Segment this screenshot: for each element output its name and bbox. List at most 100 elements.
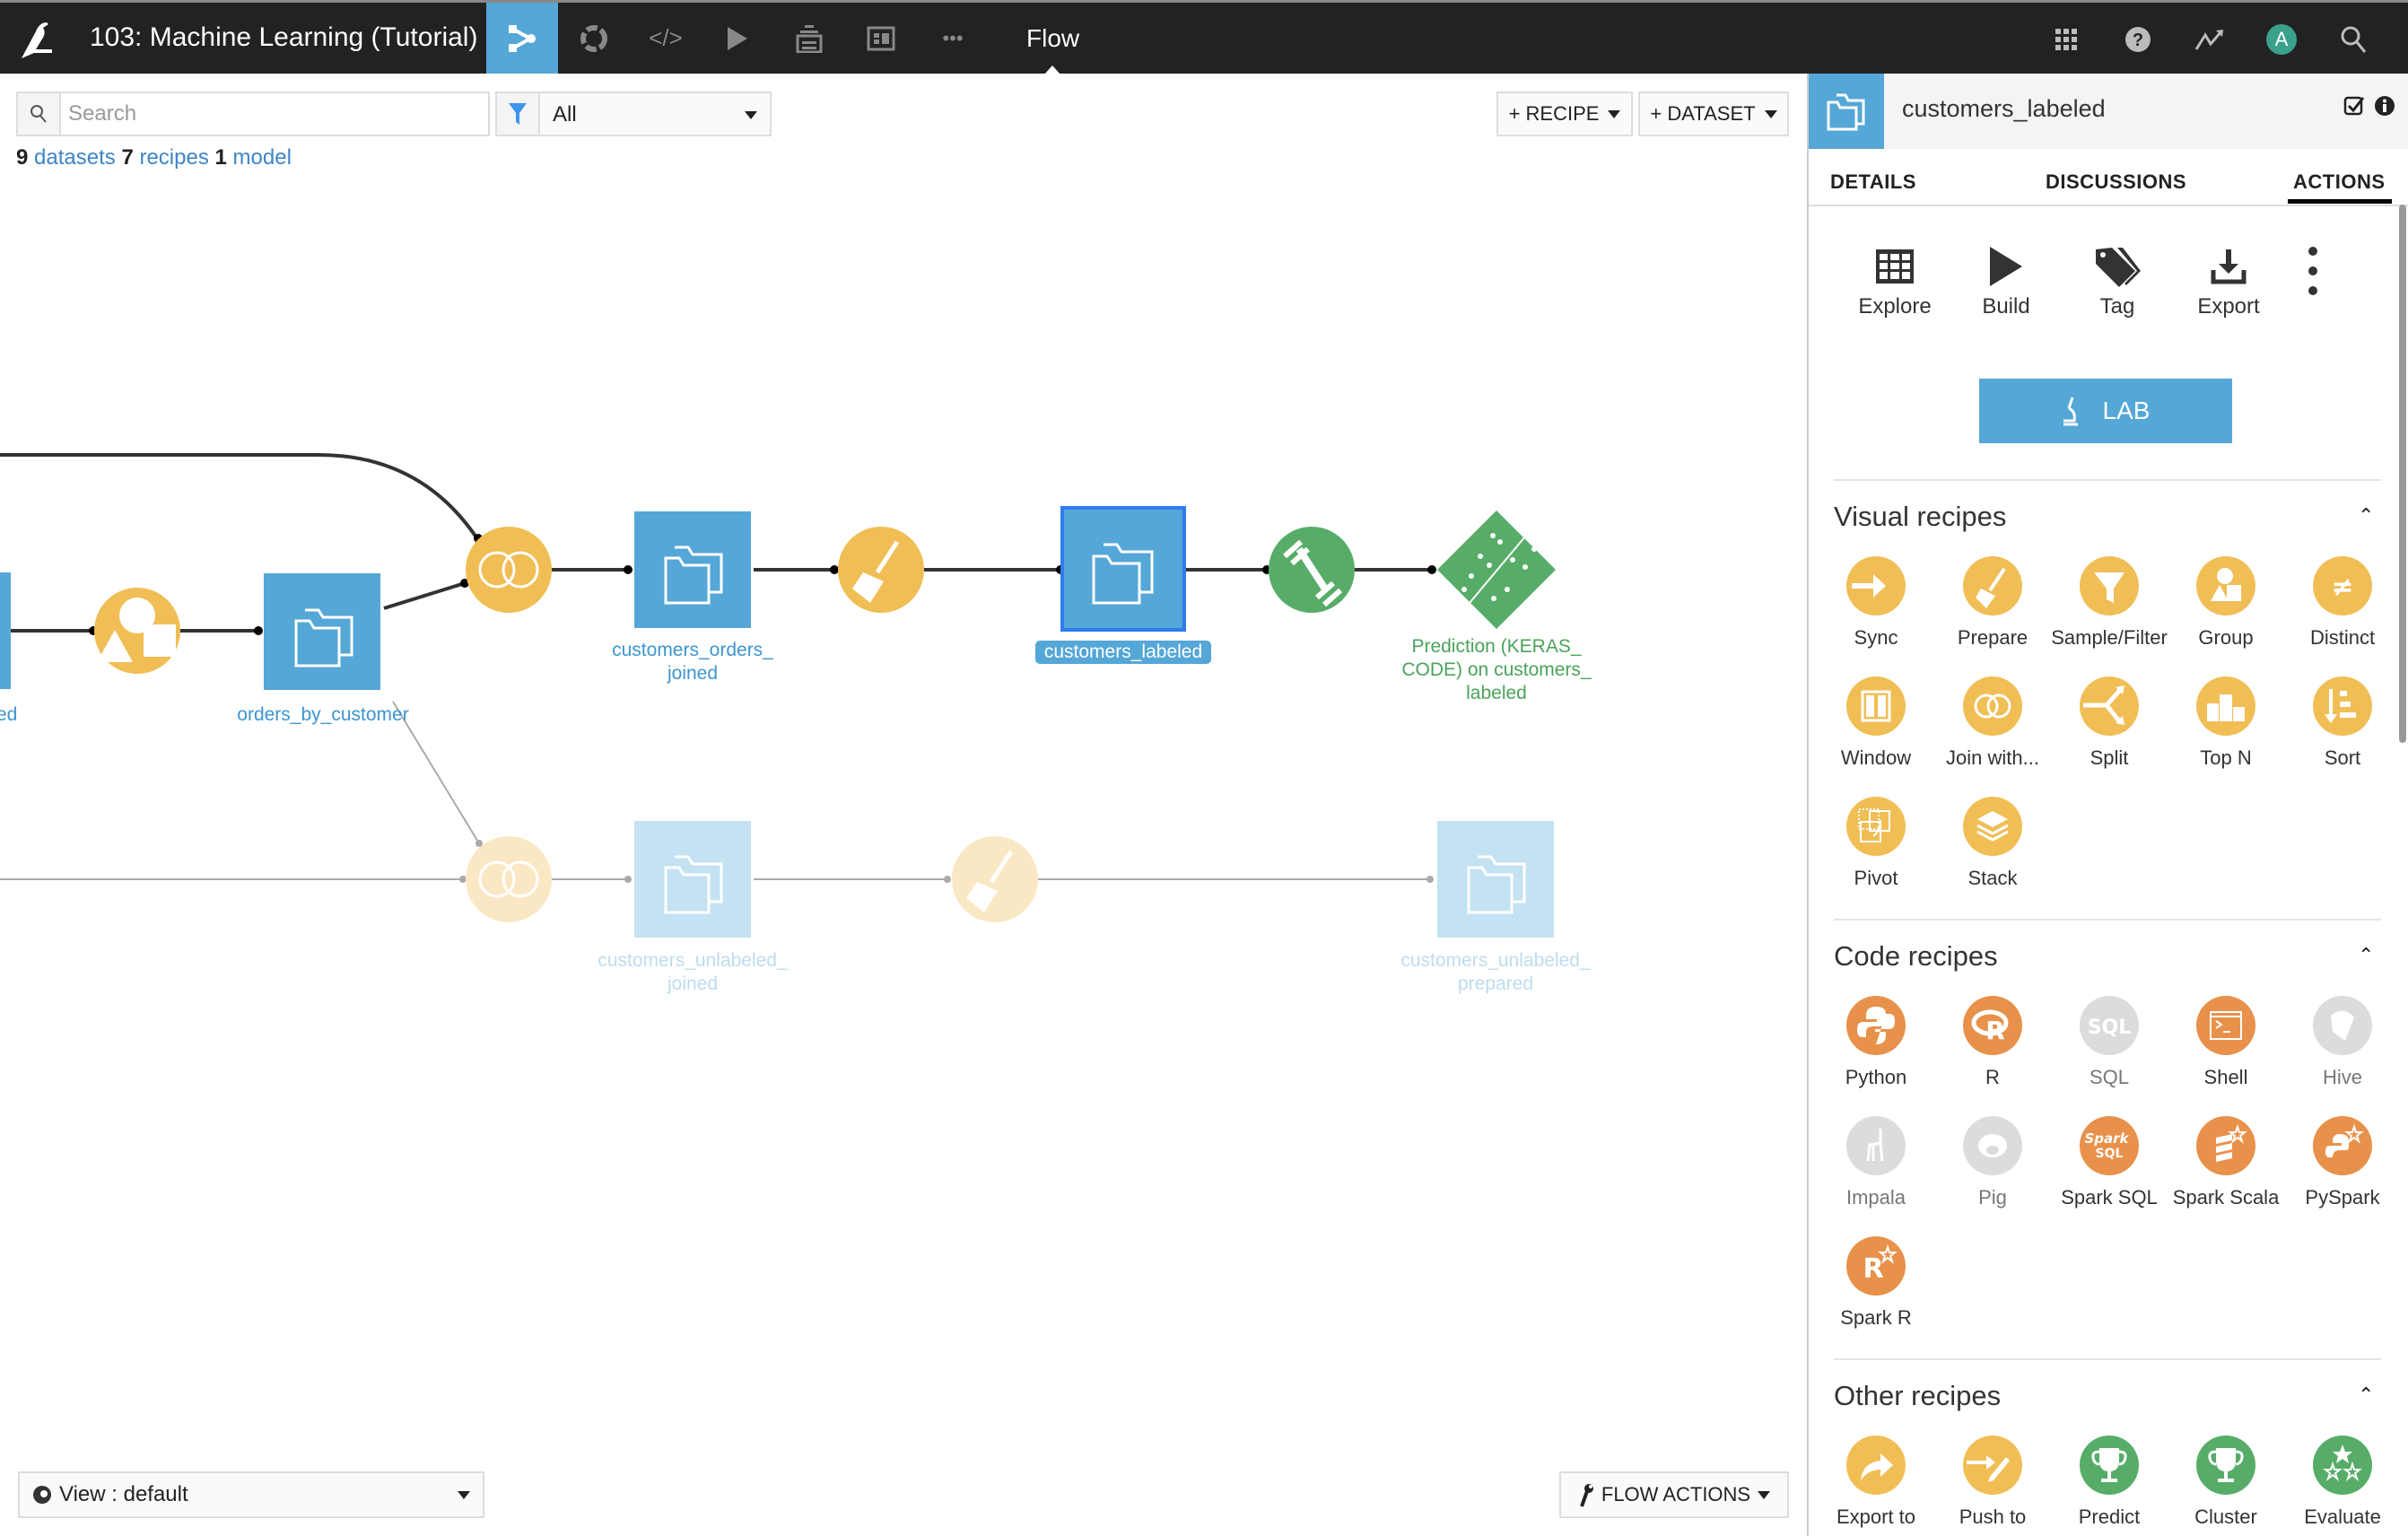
dataiku-bird-logo[interactable] xyxy=(16,19,61,60)
recipe-push-to[interactable]: Push to xyxy=(1933,1436,2053,1529)
help-button[interactable]: ? xyxy=(2117,19,2159,60)
more-nav-button[interactable]: ••• xyxy=(917,3,989,74)
recipe-r[interactable]: RR xyxy=(1933,996,2053,1089)
more-actions-button[interactable] xyxy=(2286,244,2340,302)
add-recipe-button[interactable]: + RECIPE xyxy=(1496,92,1633,136)
dashboard-icon xyxy=(867,26,895,50)
user-avatar[interactable]: A xyxy=(2266,24,2297,55)
panel-scrollbar[interactable] xyxy=(2399,205,2406,743)
recipe-label: Shell xyxy=(2203,1066,2248,1088)
recipe-window[interactable]: Window xyxy=(1816,676,1936,770)
dataset-label-orders-by-customer[interactable]: orders_by_customer xyxy=(215,703,431,727)
recipe-pig[interactable]: Pig xyxy=(1933,1116,2053,1209)
play-icon xyxy=(728,26,747,50)
recipe-label: Spark R xyxy=(1840,1306,1912,1329)
recipe-export-to[interactable]: Export to xyxy=(1816,1436,1936,1529)
tab-discussions[interactable]: DISCUSSIONS xyxy=(2046,170,2186,194)
flow-actions-button[interactable]: FLOW ACTIONS xyxy=(1559,1471,1789,1518)
dataset-node-orders-by-customer xyxy=(264,573,380,690)
not-equal-icon: ≠ xyxy=(2313,556,2372,615)
flow-nav-button[interactable] xyxy=(486,3,558,74)
recipe-sql[interactable]: SQL SQL xyxy=(2049,996,2169,1089)
recipe-shell[interactable]: Shell xyxy=(2166,996,2286,1089)
section-title-code[interactable]: Code recipes xyxy=(1834,940,1998,973)
jobs-nav-button[interactable] xyxy=(702,3,773,74)
recipe-stack[interactable]: Stack xyxy=(1933,797,2053,890)
section-divider xyxy=(1834,919,2381,921)
apps-grid-button[interactable] xyxy=(2046,19,2087,60)
activity-button[interactable] xyxy=(2189,19,2230,60)
add-dataset-button[interactable]: + DATASET xyxy=(1638,92,1789,136)
lab-button[interactable]: LAB xyxy=(1979,379,2232,443)
recipe-prepare[interactable]: Prepare xyxy=(1933,556,2053,650)
recipe-python[interactable]: Python xyxy=(1816,996,1936,1089)
code-nav-button[interactable]: </> xyxy=(630,3,702,74)
search-input[interactable] xyxy=(68,100,481,127)
global-search-button[interactable] xyxy=(2333,19,2374,60)
chevron-up-icon[interactable]: ⌃ xyxy=(2358,504,2374,528)
recipe-sync[interactable]: Sync xyxy=(1816,556,1936,650)
edge-connector xyxy=(624,565,633,574)
tab-details[interactable]: DETAILS xyxy=(1830,170,1916,194)
recipe-spark-r[interactable]: R Spark R xyxy=(1816,1236,1936,1330)
svg-text:Spark: Spark xyxy=(2084,1130,2129,1147)
dataset-label-customers-labeled[interactable]: customers_labeled xyxy=(1034,641,1212,664)
chevron-up-icon[interactable]: ⌃ xyxy=(2358,1383,2374,1407)
recipe-join-with[interactable]: Join with... xyxy=(1933,676,2053,770)
recipe-split[interactable]: Split xyxy=(2049,676,2169,770)
recipe-spark-sql[interactable]: Spark SQL Spark SQL xyxy=(2049,1116,2169,1209)
datasets-nav-button[interactable] xyxy=(773,3,845,74)
dataset-label-customers-orders-joined[interactable]: customers_orders_ joined xyxy=(585,639,800,685)
section-title-other[interactable]: Other recipes xyxy=(1834,1380,2001,1412)
info-icon[interactable] xyxy=(2374,95,2395,117)
selected-label-wrap: customers_labeled xyxy=(1034,641,1213,664)
activity-icon xyxy=(2194,30,2223,50)
recipe-spark-scala[interactable]: Spark Scala xyxy=(2166,1116,2286,1209)
recipes-count: 7 xyxy=(121,145,134,170)
recipe-top-n[interactable]: Top N xyxy=(2166,676,2286,770)
recipe-hive[interactable]: Hive xyxy=(2282,996,2403,1089)
project-title[interactable]: 103: Machine Learning (Tutorial) xyxy=(90,22,477,53)
recipe-sample-filter[interactable]: Sample/Filter xyxy=(2049,556,2169,650)
chevron-up-icon[interactable]: ⌃ xyxy=(2358,944,2374,967)
tag-action[interactable]: Tag xyxy=(2063,244,2171,319)
recipe-distinct[interactable]: ≠ Distinct xyxy=(2282,556,2403,650)
analysis-nav-button[interactable] xyxy=(558,3,630,74)
recipe-label: Group xyxy=(2198,626,2254,649)
recipe-label: SQL xyxy=(2089,1066,2130,1088)
recipe-predict[interactable]: Predict xyxy=(2049,1436,2169,1529)
explore-action[interactable]: Explore xyxy=(1841,244,1949,319)
recipe-group[interactable]: Group xyxy=(2166,556,2286,650)
section-title-visual[interactable]: Visual recipes xyxy=(1834,501,2006,533)
spark-scala-icon xyxy=(2196,1116,2255,1175)
view-select[interactable]: View : default xyxy=(18,1471,484,1518)
recipes-link[interactable]: recipes xyxy=(139,145,208,170)
recipe-cluster[interactable]: Cluster xyxy=(2166,1436,2286,1529)
dataset-label-partial[interactable]: ed xyxy=(0,703,32,727)
flow-canvas[interactable]: ed orders_by_customer customers_orders_ … xyxy=(0,74,1807,1536)
tab-actions[interactable]: ACTIONS xyxy=(2293,170,2386,194)
dataset-label-customers-unlabeled-prepared[interactable]: customers_unlabeled_ prepared xyxy=(1388,949,1603,996)
models-link[interactable]: model xyxy=(233,145,292,170)
recipe-pyspark[interactable]: PySpark xyxy=(2282,1116,2403,1209)
recipe-evaluate[interactable]: Evaluate xyxy=(2282,1436,2403,1529)
checkbox-icon[interactable] xyxy=(2343,95,2365,117)
flow-actions-label: FLOW ACTIONS xyxy=(1601,1483,1751,1505)
build-action[interactable]: Build xyxy=(1952,244,2060,319)
dataset-label-customers-unlabeled-joined[interactable]: customers_unlabeled_ joined xyxy=(585,949,800,996)
export-action[interactable]: Export xyxy=(2175,244,2282,319)
label-line: Prediction (KERAS_ xyxy=(1411,636,1582,657)
recipe-pivot[interactable]: Pivot xyxy=(1816,797,1936,890)
filter-select[interactable]: All xyxy=(495,92,772,136)
recipe-sort[interactable]: Sort xyxy=(2282,676,2403,770)
model-label-prediction[interactable]: Prediction (KERAS_ CODE) on customers_ l… xyxy=(1389,635,1604,705)
recipe-impala[interactable]: Impala xyxy=(1816,1116,1936,1209)
trophy-icon xyxy=(2080,1436,2139,1495)
svg-text:SQL: SQL xyxy=(2088,1017,2132,1039)
svg-text:R: R xyxy=(1863,1253,1883,1285)
tag-icon xyxy=(2096,248,2141,287)
flow-search[interactable] xyxy=(16,92,490,136)
datasets-link[interactable]: datasets xyxy=(34,145,116,170)
join-icon xyxy=(1963,676,2022,736)
dashboards-nav-button[interactable] xyxy=(845,3,917,74)
